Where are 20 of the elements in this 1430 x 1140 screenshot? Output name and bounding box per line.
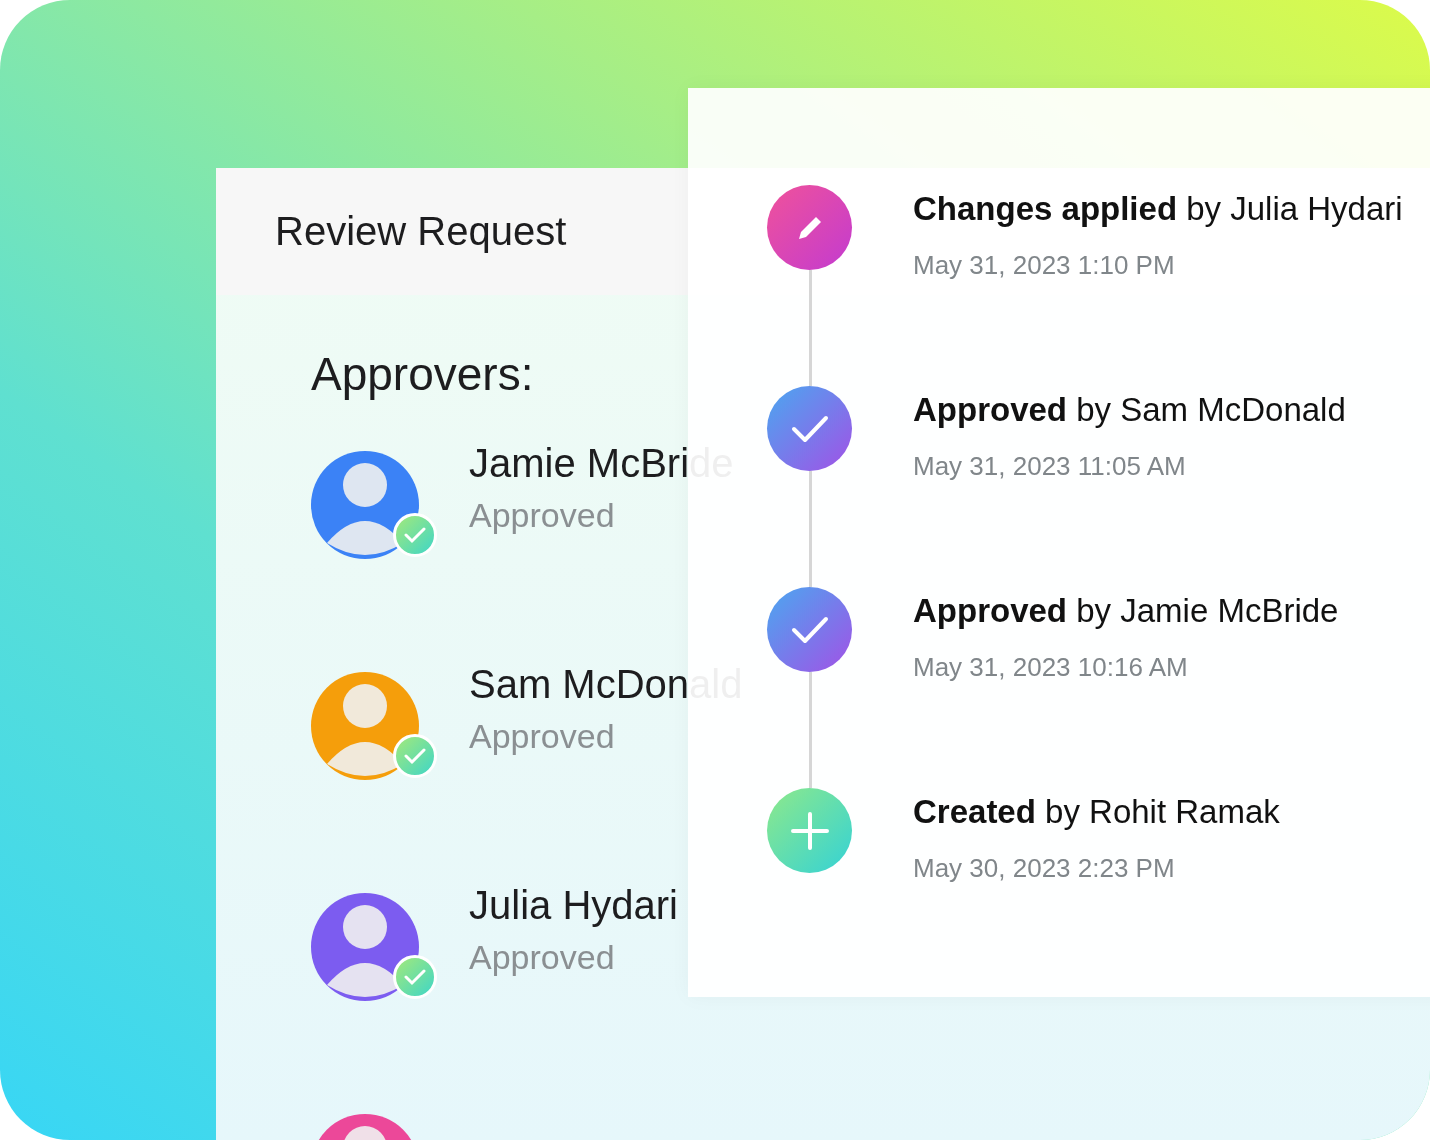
check-icon	[404, 526, 426, 544]
section-label: Approvers:	[311, 347, 535, 401]
approval-status: Approved	[469, 938, 616, 977]
event-time: May 31, 2023 11:05 AM	[913, 451, 1187, 482]
event-time: May 31, 2023 1:10 PM	[913, 250, 1176, 281]
event-title: Approved by Sam McDonald	[913, 391, 1346, 429]
check-icon	[404, 968, 426, 986]
event-title: Created by Rohit Ramak	[913, 793, 1280, 831]
check-icon	[789, 413, 830, 444]
approver-name: Julia Hydari	[469, 883, 678, 928]
event-title: Approved by Jamie McBride	[913, 592, 1339, 630]
approval-status: Approved	[469, 496, 616, 535]
event-title: Changes applied by Julia Hydari	[913, 190, 1403, 228]
check-icon	[404, 747, 426, 765]
approval-status: Approved	[469, 717, 616, 756]
event-time: May 30, 2023 2:23 PM	[913, 853, 1176, 884]
event-time: May 31, 2023 10:16 AM	[913, 652, 1189, 683]
card-title: Review Request	[275, 209, 567, 254]
plus-icon	[789, 810, 830, 851]
check-icon	[789, 614, 830, 645]
